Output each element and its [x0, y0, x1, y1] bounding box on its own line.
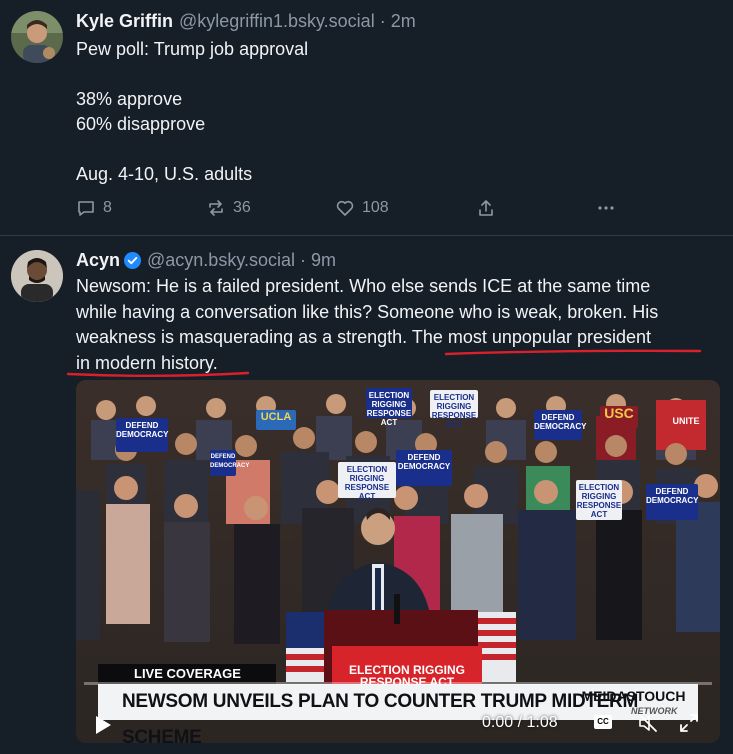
sign-usc: USC	[600, 406, 638, 428]
more-options-button[interactable]	[596, 196, 616, 220]
reply-button[interactable]: 8	[76, 196, 112, 220]
sign-election-rigging: ELECTION RIGGING RESPONSE ACT	[338, 462, 396, 501]
sign-election-rigging: ELECTION RIGGING RESPONSE ACT	[430, 390, 478, 429]
post-line: 38% approve	[76, 89, 183, 109]
like-button[interactable]: 108	[335, 196, 389, 220]
post-line: while having a conversation like this? S…	[76, 301, 659, 322]
timestamp[interactable]: 2m	[391, 8, 416, 34]
separator: ·	[300, 250, 307, 270]
repost-icon	[209, 200, 223, 216]
author-handle[interactable]: @acyn.bsky.social	[147, 247, 295, 273]
captions-button[interactable]: CC	[594, 715, 612, 729]
post-text: Pew poll: Trump job approval 38% approve…	[76, 37, 715, 187]
post-text: Newsom: He is a failed president. Who el…	[76, 274, 715, 376]
sign-defend-democracy: DEFEND DEMOCRACY	[646, 484, 698, 520]
post-line: weakness is masquerading as a strength. …	[76, 327, 651, 347]
video-player[interactable]: DEFEND DEMOCRACY ELECTION RIGGING RESPON…	[76, 380, 720, 743]
repost-button[interactable]: 36	[206, 196, 251, 220]
sign-election-rigging: ELECTION RIGGING RESPONSE ACT	[576, 480, 622, 520]
verified-badge-icon[interactable]	[124, 251, 142, 269]
sign-defend-democracy: DEFEND DEMOCRACY	[116, 418, 168, 452]
share-button[interactable]	[476, 196, 496, 220]
post-line	[76, 137, 715, 162]
like-count: 108	[362, 199, 389, 216]
avatar[interactable]	[11, 11, 63, 63]
video-controls: 0:00 / 1:08 CC	[76, 703, 720, 743]
author-name[interactable]: Acyn	[76, 247, 120, 273]
sign-unite: UNITE	[666, 414, 706, 432]
mute-icon[interactable]	[638, 714, 658, 732]
live-coverage-label: LIVE COVERAGE	[98, 664, 276, 684]
post-line: Newsom: He is a failed president. Who el…	[76, 276, 651, 296]
video-progress-bar[interactable]	[84, 682, 712, 685]
repost-count: 36	[233, 199, 251, 216]
post-line: 60% disapprove	[76, 114, 206, 134]
author-name[interactable]: Kyle Griffin	[76, 8, 173, 34]
ellipsis-icon	[598, 206, 614, 210]
avatar[interactable]	[11, 250, 63, 302]
share-icon	[479, 200, 493, 216]
post-kyle-griffin[interactable]: Kyle Griffin @kylegriffin1.bsky.social ·…	[0, 0, 733, 236]
timestamp[interactable]: 9m	[311, 247, 336, 273]
heart-icon	[336, 200, 354, 216]
post-acyn[interactable]: Acyn @acyn.bsky.social · 9m Newsom: He i…	[0, 237, 733, 754]
reply-icon	[78, 201, 94, 216]
post-line: in modern history.	[76, 352, 218, 373]
sign-ucla: UCLA	[256, 410, 296, 430]
sign-defend-democracy: DEFEND DEMOCRACY	[396, 450, 452, 486]
sign-defend-democracy: DEFEND DEMOCRACY	[210, 450, 249, 476]
sign-election-rigging: ELECTION RIGGING RESPONSE ACT	[366, 388, 412, 427]
video-time: 0:00 / 1:08	[482, 714, 558, 731]
fullscreen-icon[interactable]	[680, 714, 698, 732]
sign-defend-democracy: DEFEND DEMOCRACY	[534, 410, 586, 440]
play-icon[interactable]	[94, 715, 112, 735]
separator: ·	[379, 11, 386, 31]
post-line: Aug. 4-10, U.S. adults	[76, 164, 253, 184]
post-line	[76, 62, 715, 87]
reply-count: 8	[103, 199, 112, 216]
post-actions: 8 36 108	[76, 196, 636, 220]
post-line: Pew poll: Trump job approval	[76, 39, 309, 59]
author-handle[interactable]: @kylegriffin1.bsky.social	[179, 8, 375, 34]
